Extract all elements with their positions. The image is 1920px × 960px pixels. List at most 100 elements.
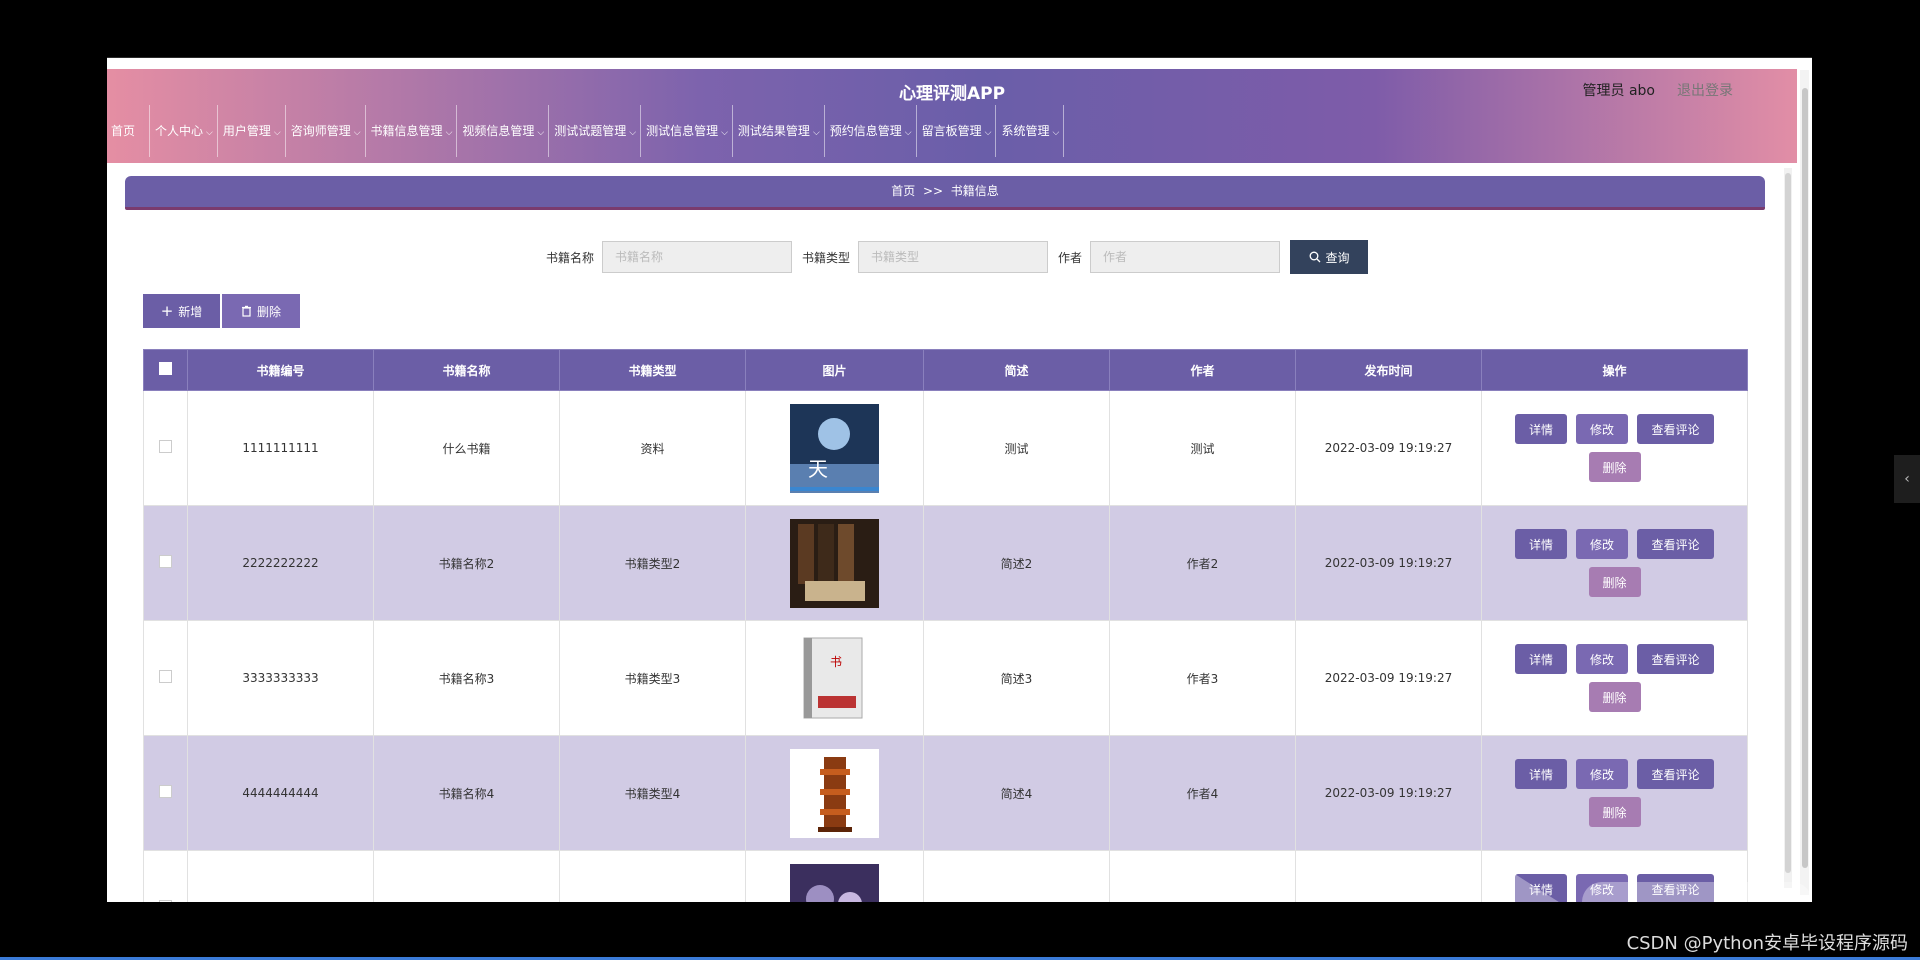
author-label: 作者 bbox=[1058, 250, 1083, 265]
cell-name: 什么书籍 bbox=[373, 390, 560, 506]
header-image: 图片 bbox=[745, 349, 924, 391]
author-input[interactable] bbox=[1090, 241, 1281, 273]
bulk-delete-button[interactable]: 删除 bbox=[222, 294, 300, 328]
row-select-cell bbox=[143, 620, 188, 736]
header-type: 书籍类型 bbox=[559, 349, 746, 391]
delete-button[interactable]: 删除 bbox=[1588, 452, 1641, 482]
chevron-down-icon: ⌵ bbox=[721, 128, 728, 138]
header-author: 作者 bbox=[1109, 349, 1296, 391]
chevron-down-icon: ⌵ bbox=[629, 128, 637, 138]
cell-image: 天 bbox=[745, 390, 924, 506]
breadcrumb-home[interactable]: 首页 bbox=[891, 184, 915, 198]
add-button[interactable]: + 新增 bbox=[143, 294, 220, 328]
cell-time: 2022-03-09 19:19:27 bbox=[1295, 850, 1482, 902]
view-comments-button[interactable]: 查看评论 bbox=[1637, 529, 1714, 559]
cell-desc: 简述5 bbox=[923, 850, 1110, 902]
book-name-label: 书籍名称 bbox=[545, 250, 594, 265]
nav-item[interactable]: 系统管理 ⌵ bbox=[996, 105, 1065, 157]
nav-item[interactable]: 咨询师管理 ⌵ bbox=[286, 105, 366, 157]
book-cover-image bbox=[790, 748, 879, 838]
nav-item[interactable]: 用户管理 ⌵ bbox=[218, 105, 286, 157]
nav-item-label: 咨询师管理 bbox=[290, 124, 351, 138]
content-scrollbar-thumb[interactable] bbox=[1785, 173, 1791, 873]
nav-item[interactable]: 预约信息管理 ⌵ bbox=[825, 105, 917, 157]
edit-button[interactable]: 修改 bbox=[1576, 529, 1628, 559]
nav-item[interactable]: 首页 bbox=[107, 105, 151, 157]
nav-item[interactable]: 测试信息管理 ⌵ bbox=[641, 105, 733, 157]
row-checkbox[interactable] bbox=[159, 555, 172, 568]
row-checkbox[interactable] bbox=[159, 785, 172, 798]
cell-image bbox=[745, 505, 924, 621]
query-button[interactable]: 查询 bbox=[1290, 240, 1369, 274]
chevron-down-icon: ⌵ bbox=[537, 128, 545, 138]
cell-desc: 简述2 bbox=[923, 505, 1110, 621]
cell-time: 2022-03-09 19:19:27 bbox=[1295, 620, 1482, 736]
row-actions: 详情修改查看评论删除 bbox=[1515, 644, 1715, 712]
delete-button[interactable]: 删除 bbox=[1588, 797, 1641, 827]
header-id: 书籍编号 bbox=[187, 349, 374, 391]
nav-item-label: 书籍信息管理 bbox=[370, 124, 443, 138]
header-desc: 简述 bbox=[923, 349, 1110, 391]
nav-item-label: 首页 bbox=[111, 124, 136, 138]
add-label: 新增 bbox=[178, 304, 203, 319]
cell-ops: 详情修改查看评论删除 bbox=[1481, 735, 1748, 851]
detail-button[interactable]: 详情 bbox=[1515, 644, 1567, 674]
view-comments-button[interactable]: 查看评论 bbox=[1637, 759, 1714, 789]
edit-button[interactable]: 修改 bbox=[1576, 644, 1628, 674]
detail-button[interactable]: 详情 bbox=[1515, 529, 1567, 559]
row-checkbox[interactable] bbox=[159, 670, 172, 683]
cell-image bbox=[745, 735, 924, 851]
nav-item[interactable]: 视频信息管理 ⌵ bbox=[457, 105, 550, 157]
cell-desc: 简述4 bbox=[923, 735, 1110, 851]
cell-name: 书籍名称2 bbox=[373, 505, 560, 621]
book-cover-image: 天 bbox=[790, 403, 879, 493]
nav-item[interactable]: 书籍信息管理 ⌵ bbox=[366, 105, 458, 157]
view-comments-button[interactable]: 查看评论 bbox=[1637, 644, 1714, 674]
book-type-input[interactable] bbox=[858, 241, 1048, 273]
delete-button[interactable]: 删除 bbox=[1588, 682, 1641, 712]
chevron-down-icon: ⌵ bbox=[206, 128, 213, 138]
nav-item[interactable]: 测试结果管理 ⌵ bbox=[733, 105, 825, 157]
nav-item-label: 用户管理 bbox=[222, 124, 271, 138]
page-scrollbar-thumb[interactable] bbox=[1802, 88, 1808, 868]
cell-type: 书籍类型5 bbox=[559, 850, 746, 902]
book-type-label: 书籍类型 bbox=[801, 250, 850, 265]
chevron-down-icon: ⌵ bbox=[273, 128, 281, 138]
row-checkbox[interactable] bbox=[159, 440, 172, 453]
cell-name: 书籍名称5 bbox=[373, 850, 560, 902]
header-bar: 心理评测APP 管理员 abo 退出登录 首页 个人中心 ⌵ 用户管理 ⌵ 咨询师管理 ⌵ 书籍… bbox=[107, 69, 1797, 163]
detail-button[interactable]: 详情 bbox=[1515, 414, 1567, 444]
nav-item[interactable]: 留言板管理 ⌵ bbox=[917, 105, 997, 157]
select-all-checkbox[interactable] bbox=[159, 362, 172, 375]
admin-info: 管理员 abo 退出登录 bbox=[1583, 80, 1733, 100]
cell-author: 作者2 bbox=[1109, 505, 1296, 621]
main-nav: 首页 个人中心 ⌵ 用户管理 ⌵ 咨询师管理 ⌵ 书籍信息管理 ⌵ 视频信息管理 ⌵ 测试试题管理 ⌵ 测… bbox=[107, 105, 1065, 157]
cell-time: 2022-03-09 19:19:27 bbox=[1295, 505, 1482, 621]
nav-item[interactable]: 个人中心 ⌵ bbox=[150, 105, 218, 157]
breadcrumb-current: 书籍信息 bbox=[950, 184, 999, 198]
app-title: 心理评测APP bbox=[898, 84, 1006, 104]
app-window: 心理评测APP 管理员 abo 退出登录 首页 个人中心 ⌵ 用户管理 ⌵ 咨询师管理 ⌵ 书籍… bbox=[107, 58, 1812, 902]
detail-button[interactable]: 详情 bbox=[1515, 759, 1567, 789]
edit-button[interactable]: 修改 bbox=[1576, 759, 1628, 789]
book-cover-image bbox=[790, 518, 879, 608]
plus-icon: + bbox=[160, 302, 174, 320]
cell-desc: 测试 bbox=[923, 390, 1110, 506]
table-row: 2222222222 书籍名称2 书籍类型2 简述2 作者2 2022-03-09 19:… bbox=[143, 505, 1748, 621]
view-comments-button[interactable]: 查看评论 bbox=[1637, 414, 1714, 444]
chevron-left-icon[interactable]: ‹ bbox=[1894, 455, 1920, 503]
cell-type: 资料 bbox=[559, 390, 746, 506]
cell-name: 书籍名称4 bbox=[373, 735, 560, 851]
logout-link[interactable]: 退出登录 bbox=[1677, 83, 1733, 99]
nav-item[interactable]: 测试试题管理 ⌵ bbox=[549, 105, 642, 157]
watermark-text: CSDN @Python安卓毕设程序源码 bbox=[1626, 933, 1908, 954]
cell-ops: 详情修改查看评论删除 bbox=[1481, 620, 1748, 736]
row-checkbox[interactable] bbox=[159, 900, 172, 902]
cell-author: 作者4 bbox=[1109, 735, 1296, 851]
delete-button[interactable]: 删除 bbox=[1588, 567, 1641, 597]
book-name-input[interactable] bbox=[601, 241, 792, 273]
edit-button[interactable]: 修改 bbox=[1576, 414, 1628, 444]
nav-item-label: 预约信息管理 bbox=[829, 124, 902, 138]
cell-id: 2222222222 bbox=[187, 505, 374, 621]
cell-id: 4444444444 bbox=[187, 735, 374, 851]
